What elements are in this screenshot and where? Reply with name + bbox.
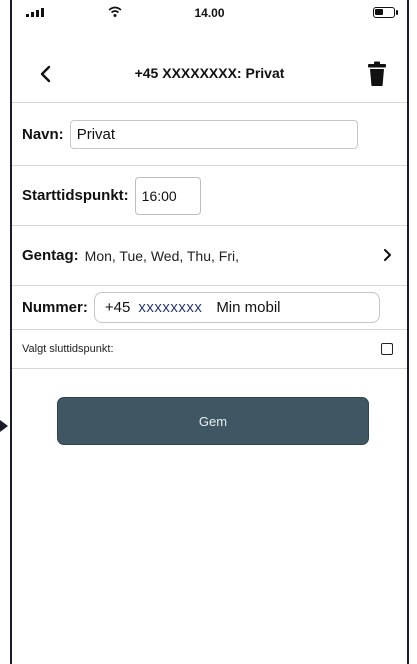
phone-screen: 14.00 +45 XXXXXXXX: Privat Navn: Startti… (10, 0, 409, 664)
status-bar: 14.00 (12, 0, 407, 26)
country-code: +45 (104, 299, 131, 316)
end-time-row: Valgt sluttidspunkt: (12, 330, 407, 369)
repeat-label: Gentag: (22, 247, 79, 264)
start-time-input[interactable] (134, 176, 201, 215)
end-time-label: Valgt sluttidspunkt: (22, 343, 114, 355)
name-label: Navn: (22, 125, 64, 143)
name-row: Navn: (12, 103, 407, 166)
chevron-right-icon (384, 249, 391, 261)
end-time-checkbox[interactable] (381, 343, 393, 355)
name-input[interactable] (69, 119, 358, 149)
repeat-days: Mon, Tue, Wed, Thu, Fri, (84, 247, 239, 264)
repeat-row[interactable]: Gentag: Mon, Tue, Wed, Thu, Fri, (12, 226, 407, 286)
start-time-row: Starttidspunkt: (12, 166, 407, 226)
save-button[interactable]: Gem (57, 397, 369, 445)
number-select[interactable]: +45 xxxxxxxx Min mobil (93, 292, 380, 323)
page-title: +45 XXXXXXXX: Privat (134, 65, 285, 81)
number-label: Nummer: (22, 299, 88, 316)
number-row: Nummer: +45 xxxxxxxx Min mobil (12, 286, 407, 330)
battery-icon (373, 7, 398, 18)
number-label-name: Min mobil (216, 299, 281, 316)
status-time: 14.00 (194, 6, 225, 20)
phone-number: xxxxxxxx (138, 299, 203, 316)
nav-bar: +45 XXXXXXXX: Privat (12, 52, 407, 96)
side-arrow-marker (0, 420, 8, 432)
start-time-label: Starttidspunkt: (22, 187, 129, 204)
schedule-form: Navn: Starttidspunkt: Gentag: Mon, Tue, … (12, 102, 407, 369)
trash-icon[interactable] (367, 61, 387, 87)
